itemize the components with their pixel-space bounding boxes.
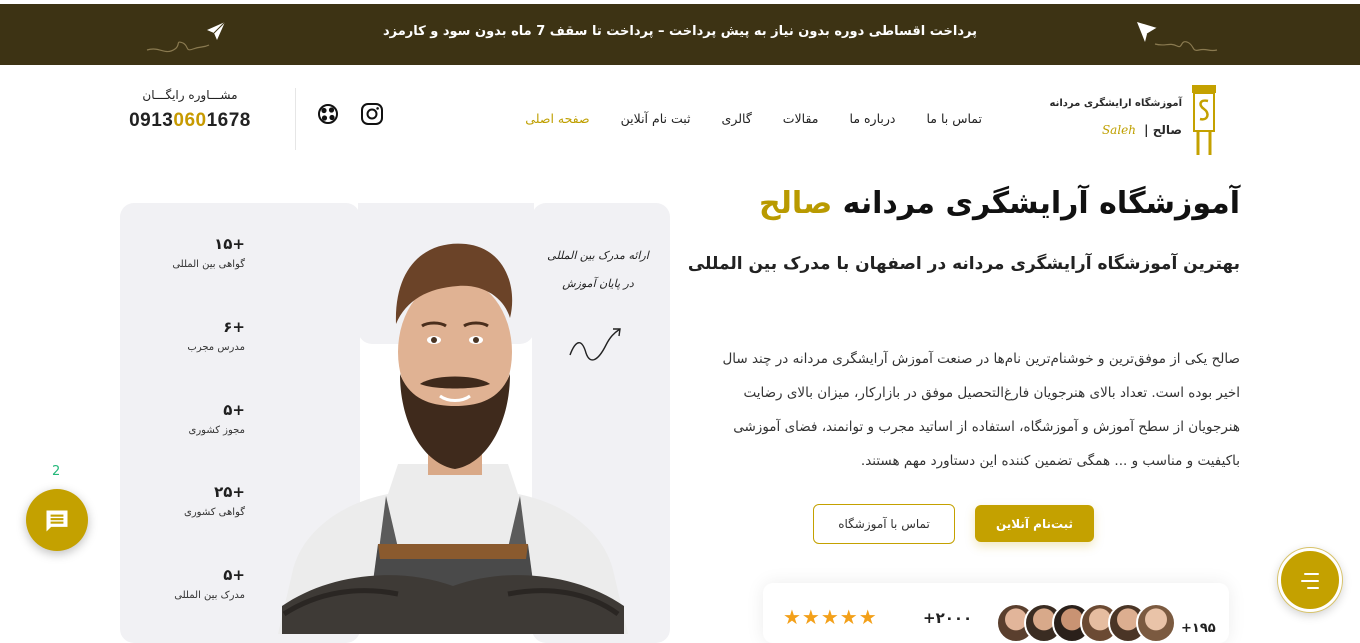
hero-title-accent: صالح bbox=[759, 186, 833, 221]
logo-title: آموزشگاه ارایشگری مردانه bbox=[1049, 98, 1182, 109]
menu-icon bbox=[1301, 573, 1319, 589]
stat-label: گواهی بین المللی bbox=[172, 259, 245, 270]
register-online-button[interactable]: ثبت‌نام آنلاین bbox=[975, 505, 1094, 542]
instructors-count: +۱۹۵ bbox=[1181, 621, 1216, 636]
instagram-icon[interactable] bbox=[360, 102, 384, 126]
nav-item-gallery[interactable]: گالری bbox=[722, 111, 752, 126]
hero-subtitle: بهترین آموزشگاه آرایشگری مردانه در اصفها… bbox=[687, 254, 1240, 274]
students-count: +۲۰۰۰ bbox=[923, 609, 973, 627]
announcement-bar: پرداخت اقساطی دوره بدون نیاز به پیش پردا… bbox=[0, 0, 1360, 65]
rating-card: ★★★★★ +۲۰۰۰ +۱۹۵ bbox=[763, 583, 1229, 643]
stat-value: +۶ bbox=[223, 318, 245, 336]
nav-item-home[interactable]: صفحه اصلی bbox=[525, 111, 589, 126]
avatar-group bbox=[996, 603, 1176, 643]
stat-label: مدرس مجرب bbox=[187, 342, 245, 353]
chat-badge: 2 bbox=[52, 464, 61, 479]
nav-item-articles[interactable]: مقالات bbox=[783, 111, 819, 126]
site-logo[interactable]: آموزشگاه ارایشگری مردانه صالح | Saleh bbox=[1050, 83, 1220, 157]
stat-value: +۱۵ bbox=[214, 235, 245, 253]
stat-label: مجوز کشوری bbox=[188, 425, 246, 436]
logo-brand: صالح | Saleh bbox=[1102, 123, 1182, 137]
nav-item-contact[interactable]: تماس با ما bbox=[926, 111, 982, 126]
paper-plane-icon bbox=[1137, 22, 1218, 52]
phone-number[interactable]: 09130601678 bbox=[122, 110, 258, 132]
stat-item: +۵ مجوز کشوری bbox=[140, 401, 246, 436]
chat-icon bbox=[46, 510, 68, 532]
logo-brand-latin: Saleh bbox=[1101, 123, 1136, 137]
chat-button[interactable] bbox=[26, 489, 88, 551]
clipper-logo-icon bbox=[1192, 85, 1216, 155]
phone-prefix: 0913 bbox=[129, 110, 174, 131]
stat-value: +۵ bbox=[223, 401, 245, 419]
aparat-icon[interactable] bbox=[316, 102, 340, 126]
stat-label: مدرک بین المللی bbox=[174, 590, 245, 601]
hero-title-text: آموزشگاه آرایشگری مردانه bbox=[832, 186, 1240, 221]
header-divider bbox=[295, 88, 296, 150]
floating-menu-button[interactable] bbox=[1278, 548, 1342, 612]
phone-suffix: 1678 bbox=[206, 110, 251, 131]
consultation-label: مشـــاوره رایگـــان bbox=[142, 88, 238, 102]
contact-academy-button[interactable]: تماس با آموزشگاه bbox=[813, 504, 955, 544]
hero-model-image bbox=[278, 243, 628, 634]
stat-item: +۱۵ گواهی بین المللی bbox=[140, 235, 245, 270]
stat-value: +۲۵ bbox=[214, 483, 245, 501]
avatar bbox=[1136, 603, 1176, 643]
nav-item-register[interactable]: ثبت نام آنلاین bbox=[621, 111, 691, 126]
stat-item: +۶ مدرس مجرب bbox=[140, 318, 245, 353]
stat-item: +۵ مدرک بین المللی bbox=[140, 566, 245, 601]
stat-label: گواهی کشوری bbox=[184, 507, 245, 518]
logo-brand-fa: صالح | bbox=[1144, 123, 1182, 137]
stat-value: +۵ bbox=[223, 566, 245, 584]
nav-item-about[interactable]: درباره ما bbox=[850, 111, 896, 126]
rating-stars: ★★★★★ bbox=[783, 605, 878, 629]
hero-description: صالح یکی از موفق‌ترین و خوشنام‌ترین نام‌… bbox=[722, 351, 1240, 469]
phone-highlight: 060 bbox=[173, 110, 207, 131]
stat-item: +۲۵ گواهی کشوری bbox=[140, 483, 245, 518]
hero-title: آموزشگاه آرایشگری مردانه صالح bbox=[759, 186, 1240, 221]
main-nav: صفحه اصلی ثبت نام آنلاین گالری مقالات در… bbox=[525, 111, 982, 126]
consultation-box: مشـــاوره رایگـــان 09130601678 bbox=[122, 88, 258, 132]
